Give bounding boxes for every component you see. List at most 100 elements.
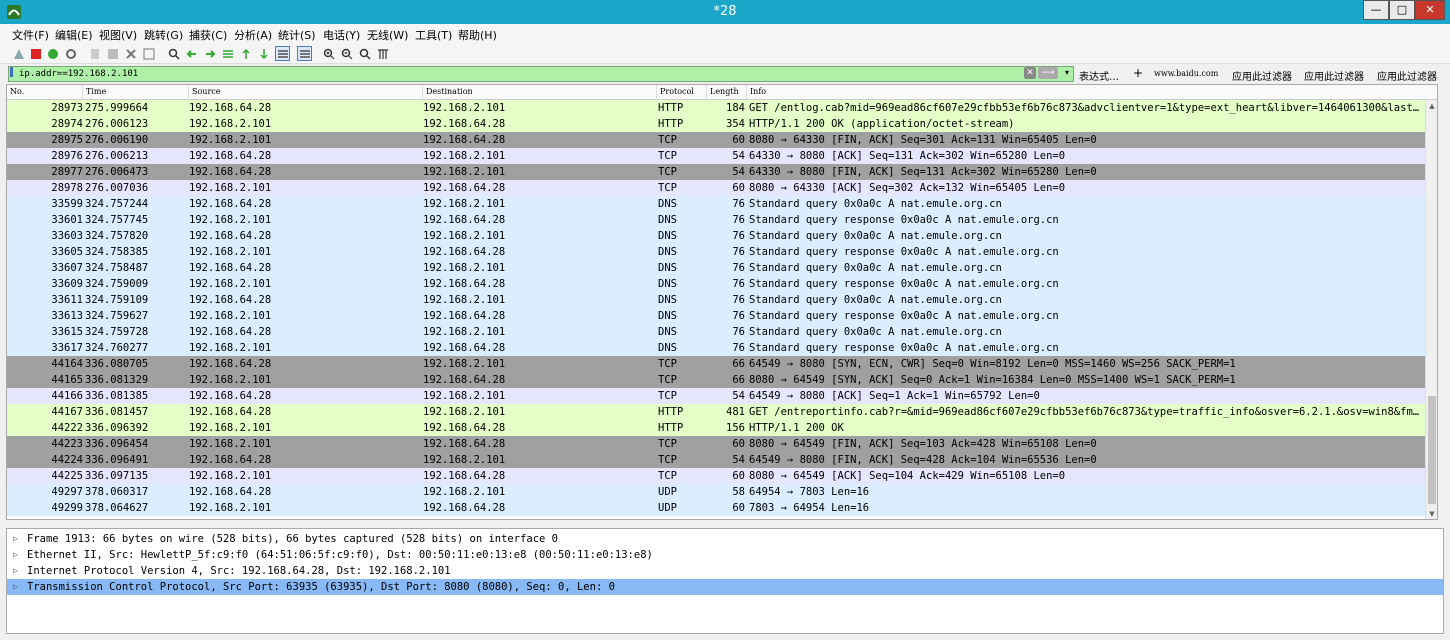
- restart-capture-icon[interactable]: [45, 46, 60, 61]
- packet-row[interactable]: 44164 336.080705 192.168.64.28 192.168.2.10…: [7, 356, 1427, 372]
- save-file-icon[interactable]: [105, 46, 120, 61]
- pane-splitter[interactable]: [0, 520, 1450, 528]
- menu-capture[interactable]: 捕获(C): [189, 27, 227, 43]
- reload-file-icon[interactable]: [141, 46, 156, 61]
- stop-capture-icon[interactable]: [28, 46, 43, 61]
- packet-row[interactable]: 28976 276.006213 192.168.64.28 192.168.2.10…: [7, 148, 1427, 164]
- packet-row[interactable]: 44224 336.096491 192.168.64.28 192.168.2.10…: [7, 452, 1427, 468]
- packet-row[interactable]: 44166 336.081385 192.168.64.28 192.168.2.10…: [7, 388, 1427, 404]
- packet-row[interactable]: 33609 324.759009 192.168.2.101 192.168.64.2…: [7, 276, 1427, 292]
- packet-row[interactable]: 28973 275.999664 192.168.64.28 192.168.2.10…: [7, 100, 1427, 116]
- menu-help[interactable]: 帮助(H): [458, 27, 497, 43]
- close-button[interactable]: ✕: [1415, 0, 1445, 20]
- packet-length: 76: [732, 278, 745, 290]
- packet-row[interactable]: 33607 324.758487 192.168.64.28 192.168.2.10…: [7, 260, 1427, 276]
- expand-arrow-icon[interactable]: ▷: [13, 563, 18, 579]
- packet-row[interactable]: 33603 324.757820 192.168.64.28 192.168.2.10…: [7, 228, 1427, 244]
- packet-row[interactable]: 33599 324.757244 192.168.64.28 192.168.2.10…: [7, 196, 1427, 212]
- packet-row[interactable]: 44225 336.097135 192.168.2.101 192.168.64.2…: [7, 468, 1427, 484]
- auto-scroll-icon[interactable]: [275, 46, 290, 61]
- menu-view[interactable]: 视图(V): [99, 27, 137, 43]
- filter-button-apply-1[interactable]: 应用此过滤器: [1232, 68, 1292, 83]
- packet-row[interactable]: 28978 276.007036 192.168.2.101 192.168.64.2…: [7, 180, 1427, 196]
- menu-analyze[interactable]: 分析(A): [234, 27, 272, 43]
- column-header-protocol[interactable]: Protocol: [657, 85, 707, 100]
- packet-row[interactable]: 44223 336.096454 192.168.2.101 192.168.64.2…: [7, 436, 1427, 452]
- add-filter-button[interactable]: +: [1133, 66, 1143, 80]
- filter-button-apply-2[interactable]: 应用此过滤器: [1304, 68, 1364, 83]
- packet-row[interactable]: 44167 336.081457 192.168.64.28 192.168.2.10…: [7, 404, 1427, 420]
- column-header-length[interactable]: Length: [707, 85, 747, 100]
- packet-source: 192.168.64.28: [189, 230, 272, 242]
- zoom-out-icon[interactable]: [339, 46, 354, 61]
- expand-arrow-icon[interactable]: ▷: [13, 579, 18, 595]
- menu-tools[interactable]: 工具(T): [415, 27, 452, 43]
- scroll-down-icon[interactable]: ▼: [1426, 508, 1437, 519]
- display-filter-input[interactable]: ip.addr==192.168.2.101: [8, 66, 1074, 82]
- expand-arrow-icon[interactable]: ▷: [13, 531, 18, 547]
- menu-statistics[interactable]: 统计(S): [278, 27, 316, 43]
- minimize-button[interactable]: —: [1363, 0, 1389, 20]
- resize-columns-icon[interactable]: [375, 46, 390, 61]
- packet-row[interactable]: 28974 276.006123 192.168.2.101 192.168.64.2…: [7, 116, 1427, 132]
- detail-tree-item[interactable]: ▷ Frame 1913: 66 bytes on wire (528 bits)…: [7, 531, 1443, 547]
- packet-row[interactable]: 28977 276.006473 192.168.64.28 192.168.2.10…: [7, 164, 1427, 180]
- scroll-up-icon[interactable]: ▲: [1426, 100, 1437, 112]
- maximize-button[interactable]: □: [1389, 0, 1415, 20]
- first-packet-icon[interactable]: [238, 46, 253, 61]
- detail-tree-item[interactable]: ▷ Ethernet II, Src: HewlettP_5f:c9:f0 (64…: [7, 547, 1443, 563]
- scroll-thumb[interactable]: [1428, 396, 1436, 504]
- filter-button-baidu[interactable]: www.baidu.com: [1154, 69, 1218, 78]
- column-header-source[interactable]: Source: [189, 85, 423, 100]
- find-packet-icon[interactable]: [166, 46, 181, 61]
- detail-tree-item[interactable]: ▷ Internet Protocol Version 4, Src: 192.1…: [7, 563, 1443, 579]
- clear-filter-icon[interactable]: ✕: [1024, 67, 1036, 79]
- packet-row[interactable]: 49297 378.060317 192.168.64.28 192.168.2.10…: [7, 484, 1427, 500]
- packet-row[interactable]: 33601 324.757745 192.168.2.101 192.168.64.2…: [7, 212, 1427, 228]
- capture-options-icon[interactable]: [63, 46, 78, 61]
- packet-list-scrollbar[interactable]: ▲ ▼: [1425, 100, 1437, 519]
- filter-history-dropdown-icon[interactable]: ▾: [1062, 66, 1072, 80]
- menu-wireless[interactable]: 无线(W): [367, 27, 408, 43]
- go-to-packet-icon[interactable]: [220, 46, 235, 61]
- packet-row[interactable]: 44165 336.081329 192.168.2.101 192.168.64.2…: [7, 372, 1427, 388]
- packet-source: 192.168.64.28: [189, 358, 272, 370]
- column-header-destination[interactable]: Destination: [423, 85, 657, 100]
- column-header-info[interactable]: Info: [747, 85, 1437, 100]
- detail-tree-item[interactable]: ▷ Transmission Control Protocol, Src Port…: [7, 579, 1443, 595]
- menu-go[interactable]: 跳转(G): [144, 27, 183, 43]
- packet-no: 44222: [51, 422, 83, 434]
- menu-file[interactable]: 文件(F): [12, 27, 49, 43]
- packet-row[interactable]: 33617 324.760277 192.168.2.101 192.168.64.2…: [7, 340, 1427, 356]
- menu-telephony[interactable]: 电话(Y): [323, 27, 360, 43]
- packet-details-pane[interactable]: ▷ Frame 1913: 66 bytes on wire (528 bits)…: [6, 528, 1444, 634]
- filter-expression-button[interactable]: 表达式…: [1079, 68, 1119, 83]
- packet-row[interactable]: 28975 276.006190 192.168.2.101 192.168.64.2…: [7, 132, 1427, 148]
- packet-row[interactable]: 49299 378.064627 192.168.2.101 192.168.64.2…: [7, 500, 1427, 516]
- packet-row[interactable]: 33611 324.759109 192.168.64.28 192.168.2.10…: [7, 292, 1427, 308]
- expand-arrow-icon[interactable]: ▷: [13, 547, 18, 563]
- packet-length: 54: [732, 166, 745, 178]
- start-capture-icon[interactable]: [11, 46, 26, 61]
- packet-row[interactable]: 33615 324.759728 192.168.64.28 192.168.2.10…: [7, 324, 1427, 340]
- open-file-icon[interactable]: [87, 46, 102, 61]
- packet-row[interactable]: 33605 324.758385 192.168.2.101 192.168.64.2…: [7, 244, 1427, 260]
- zoom-in-icon[interactable]: [321, 46, 336, 61]
- close-file-icon[interactable]: [123, 46, 138, 61]
- column-header-time[interactable]: Time: [83, 85, 189, 100]
- filter-bookmark-icon[interactable]: [10, 67, 13, 77]
- filter-button-apply-3[interactable]: 应用此过滤器: [1377, 68, 1437, 83]
- packet-list[interactable]: No. Time Source Destination Protocol Len…: [6, 84, 1438, 520]
- go-forward-icon[interactable]: [202, 46, 217, 61]
- normal-size-icon[interactable]: [357, 46, 372, 61]
- go-back-icon[interactable]: [184, 46, 199, 61]
- packet-protocol: TCP: [658, 374, 677, 386]
- menu-edit[interactable]: 编辑(E): [55, 27, 93, 43]
- column-header-no[interactable]: No.: [7, 85, 83, 100]
- packet-length: 76: [732, 310, 745, 322]
- apply-filter-icon[interactable]: ⟶: [1038, 67, 1058, 79]
- packet-row[interactable]: 33613 324.759627 192.168.2.101 192.168.64.2…: [7, 308, 1427, 324]
- packet-row[interactable]: 44222 336.096392 192.168.2.101 192.168.64.2…: [7, 420, 1427, 436]
- last-packet-icon[interactable]: [256, 46, 271, 61]
- colorize-icon[interactable]: [297, 46, 312, 61]
